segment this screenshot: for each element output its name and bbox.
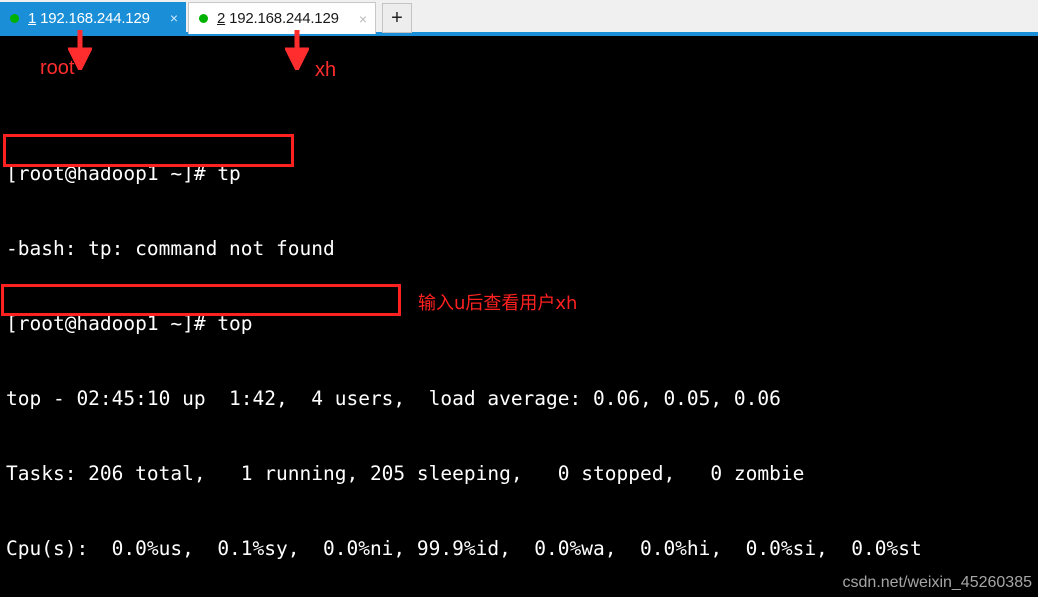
tab-1-number: 1 [28, 9, 37, 27]
close-icon[interactable]: × [359, 12, 367, 26]
annotation-label-xh: xh [315, 59, 337, 81]
tab-2-label: 2 192.168.244.129 [217, 10, 353, 27]
terminal-line-uptime: top - 02:45:10 up 1:42, 4 users, load av… [6, 387, 781, 410]
watermark: csdn.net/weixin_45260385 [842, 574, 1032, 591]
terminal-line: -bash: tp: command not found [6, 237, 335, 260]
tab-2[interactable]: 2 192.168.244.129 × [188, 2, 376, 34]
terminal-output[interactable]: [root@hadoop1 ~]# tp -bash: tp: command … [0, 36, 1038, 597]
terminal-window: 1 192.168.244.129 × 2 192.168.244.129 × … [0, 0, 1038, 597]
tab-1-label: 1 192.168.244.129 [28, 10, 164, 27]
annotation-label-which-user: 输入u后查看用户xh [418, 293, 578, 314]
annotation-arrow-xh-icon [285, 30, 309, 70]
close-icon[interactable]: × [170, 11, 178, 25]
terminal-line-cpu: Cpu(s): 0.0%us, 0.1%sy, 0.0%ni, 99.9%id,… [6, 537, 922, 560]
tab-1[interactable]: 1 192.168.244.129 × [0, 2, 186, 34]
tab-1-host: 192.168.244.129 [40, 9, 150, 27]
tab-2-host: 192.168.244.129 [229, 10, 339, 27]
annotation-label-root: root [40, 57, 75, 79]
tab-bar: 1 192.168.244.129 × 2 192.168.244.129 × … [0, 0, 1038, 36]
tab-2-number: 2 [217, 10, 226, 27]
terminal-line: [root@hadoop1 ~]# tp [6, 162, 241, 185]
tab-status-dot-icon [10, 13, 19, 23]
tab-status-dot-icon [199, 14, 208, 23]
new-tab-button[interactable]: + [382, 3, 412, 33]
terminal-line-tasks: Tasks: 206 total, 1 running, 205 sleepin… [6, 462, 805, 485]
